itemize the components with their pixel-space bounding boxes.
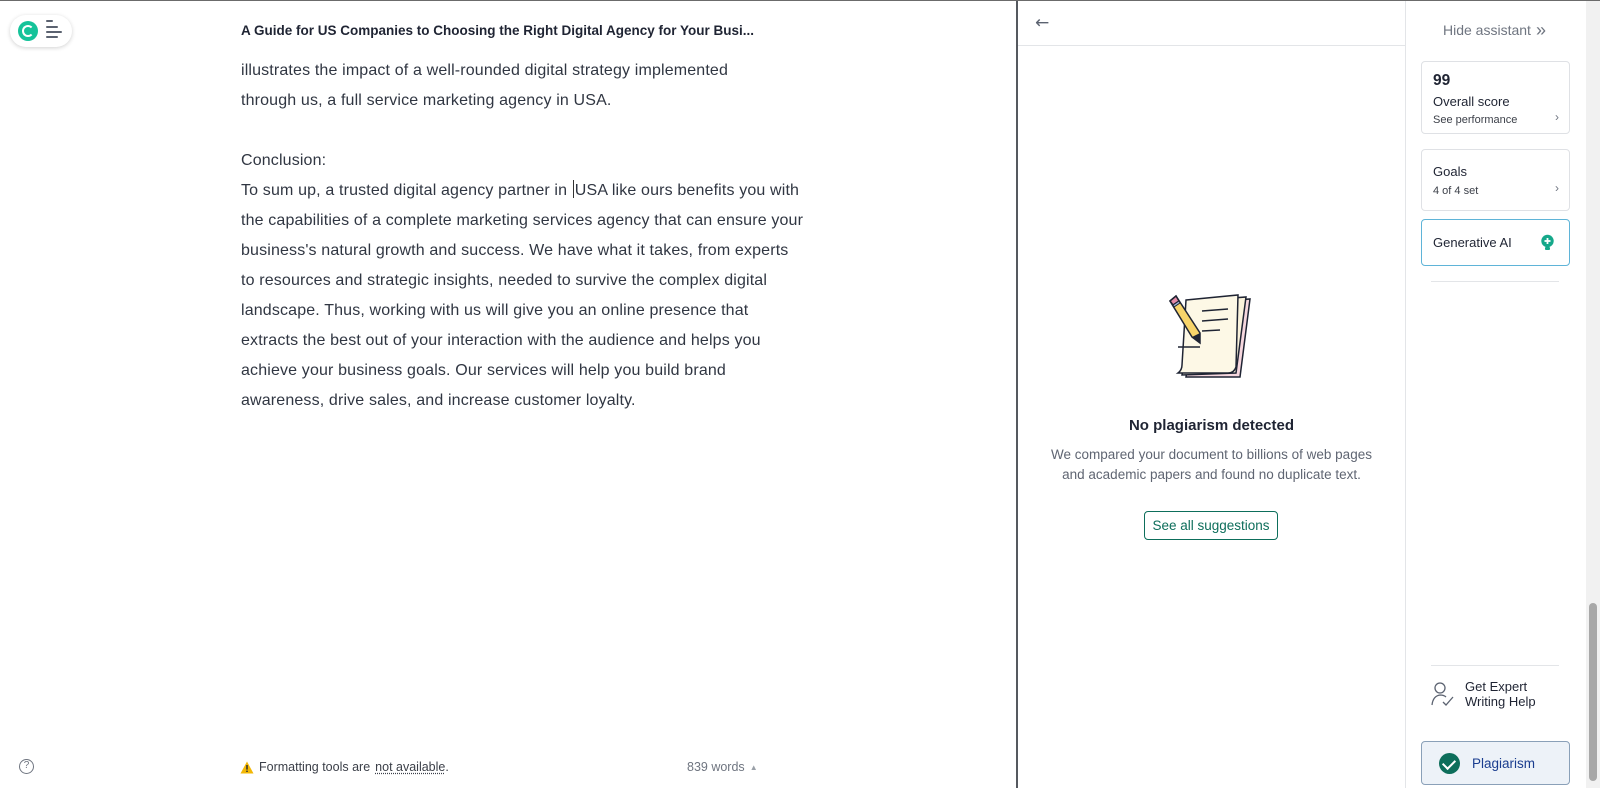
menu-lines-icon — [46, 20, 64, 38]
body-text-line: illustrates the impact of a well-rounded… — [241, 62, 729, 79]
plagiarism-tab[interactable]: Plagiarism — [1421, 741, 1570, 785]
formatting-notice-link-text: not available — [375, 760, 446, 774]
expert-help-label: Get Expert Writing Help — [1465, 679, 1536, 709]
status-description: We compared your document to billions of… — [1051, 447, 1372, 482]
see-all-suggestions-button[interactable]: See all suggestions — [1144, 511, 1278, 540]
formatting-notice-text: Formatting tools are — [259, 760, 371, 774]
overall-score-value: 99 — [1433, 72, 1451, 89]
see-performance-link[interactable]: See performance — [1433, 114, 1517, 126]
page-scrollbar[interactable] — [1586, 1, 1600, 788]
conclusion-text-after-caret: USA like ours benefits you with the capa… — [241, 182, 804, 409]
grammarly-logo-icon — [18, 21, 38, 41]
person-check-icon — [1431, 682, 1454, 706]
lightbulb-plus-icon — [1541, 234, 1554, 250]
sidebar-separator — [1431, 665, 1559, 666]
formatting-notice: Formatting tools are not available. — [240, 760, 449, 774]
help-icon[interactable]: ? — [19, 759, 34, 774]
expert-help-line-1: Get Expert — [1465, 679, 1528, 694]
word-count-text: 839 words — [687, 760, 745, 774]
body-text-line: through us, a full service marketing age… — [241, 92, 612, 109]
goals-label: Goals — [1433, 164, 1467, 179]
formatting-notice-link[interactable]: not available — [375, 760, 445, 774]
pencil-paper-illustration — [1168, 294, 1251, 378]
goals-status: 4 of 4 set — [1433, 185, 1479, 197]
text-cursor — [572, 180, 574, 198]
conclusion-text-before-caret: To sum up, a trusted digital agency part… — [241, 182, 572, 199]
scrollbar-thumb[interactable] — [1589, 603, 1597, 781]
formatting-notice-period: . — [445, 760, 449, 774]
grammarly-menu-button[interactable] — [10, 15, 72, 47]
plagiarism-panel: ← No plagiarism detected We compared you… — [1018, 1, 1405, 788]
chevron-right-icon: › — [1555, 181, 1559, 195]
document-editor[interactable]: A Guide for US Companies to Choosing the… — [0, 1, 1016, 788]
generative-ai-label: Generative AI — [1433, 235, 1512, 250]
panel-header: ← — [1018, 1, 1405, 46]
warning-triangle-icon — [240, 761, 254, 774]
expert-help-line-2: Writing Help — [1465, 694, 1536, 709]
word-count-button[interactable]: 839 words ▲ — [687, 760, 758, 774]
caret-up-icon: ▲ — [749, 762, 758, 772]
document-title[interactable]: A Guide for US Companies to Choosing the… — [241, 23, 754, 38]
get-expert-writing-help-button[interactable]: Get Expert Writing Help — [1431, 679, 1571, 709]
chevron-right-icon: › — [1555, 110, 1559, 124]
document-body[interactable]: illustrates the impact of a well-rounded… — [241, 56, 806, 416]
generative-ai-button[interactable]: Generative AI — [1421, 219, 1570, 266]
overall-score-label: Overall score — [1433, 94, 1510, 109]
status-title: No plagiarism detected — [1128, 417, 1295, 434]
arrow-left-icon[interactable]: ← — [1035, 13, 1055, 33]
conclusion-heading: Conclusion: — [241, 152, 327, 169]
notification-dot — [46, 20, 53, 22]
sidebar-separator — [1431, 281, 1559, 282]
assistant-sidebar: Hide assistant » 99 Overall score See pe… — [1406, 1, 1586, 788]
overall-score-card[interactable]: 99 Overall score See performance › — [1421, 61, 1570, 134]
goals-card[interactable]: Goals 4 of 4 set › — [1421, 149, 1570, 211]
check-circle-icon — [1439, 752, 1460, 774]
hide-assistant-button[interactable]: Hide assistant » — [1443, 20, 1546, 40]
hide-assistant-label: Hide assistant — [1443, 22, 1531, 38]
double-chevron-right-icon: » — [1535, 20, 1546, 40]
plagiarism-tab-label: Plagiarism — [1472, 755, 1536, 771]
conclusion-paragraph: To sum up, a trusted digital agency part… — [241, 176, 806, 416]
